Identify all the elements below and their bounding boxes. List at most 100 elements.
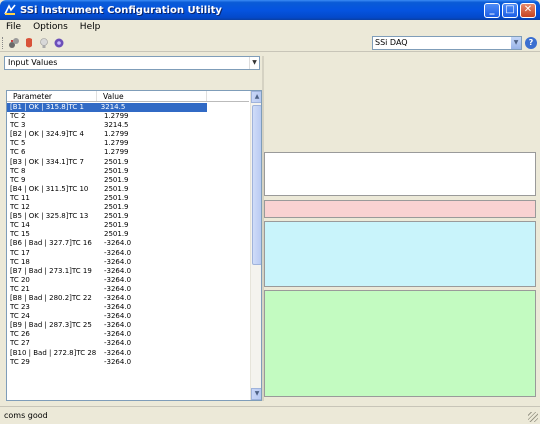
parameter-cell: TC 12 [10,203,30,212]
table-row[interactable]: [B10 | Bad | 272.8]TC 28 -3264.0 [7,349,249,358]
parameter-cell: [B7 | Bad | 273.1]TC 19 [10,266,92,275]
table-row[interactable]: TC 27 -3264.0 [7,339,249,348]
column-header-value[interactable]: Value [97,91,207,101]
table-row[interactable]: TC 6 1.2799 [7,148,249,157]
status-text: coms good [4,411,48,420]
value-cell: -3264.0 [104,239,132,248]
cyan-panel [264,221,536,287]
value-cell: 2501.9 [104,166,129,175]
title-bar[interactable]: SSi Instrument Configuration Utility _ □… [0,0,540,20]
scroll-down-button[interactable]: ▼ [251,388,261,400]
parameter-cell: TC 2 [10,112,26,121]
parameter-cell: TC 6 [10,148,26,157]
vertical-scrollbar[interactable]: ▲ ▼ [250,91,261,400]
parameter-cell: TC 23 [10,303,30,312]
table-row[interactable]: TC 17 -3264.0 [7,249,249,258]
left-panel: Input Values ▼ Parameter Value [B1 | OK … [4,56,262,401]
value-cell: 2501.9 [104,184,129,193]
table-row[interactable]: TC 29 -3264.0 [7,358,249,367]
parameter-cell: TC 15 [10,230,30,239]
parameter-cell: [B9 | Bad | 287.3]TC 25 [10,321,92,330]
window-title: SSi Instrument Configuration Utility [20,4,222,16]
value-cell: 1.2799 [104,112,129,121]
table-body: [B1 | OK | 315.8]TC 1 3214.5 TC 2 1.2799 TC … [7,103,249,367]
stop-icon[interactable] [23,37,35,49]
parameter-cell: TC 3 [10,121,26,130]
table-row[interactable]: [B6 | Bad | 327.7]TC 16 -3264.0 [7,239,249,248]
value-cell: 2501.9 [104,175,129,184]
value-cell: -3264.0 [104,330,132,339]
parameter-cell: [B6 | Bad | 327.7]TC 16 [10,239,92,248]
value-cell: 2501.9 [104,221,129,230]
table-row[interactable]: TC 21 -3264.0 [7,285,249,294]
value-cell: 1.2799 [104,148,129,157]
table-row[interactable]: TC 9 2501.9 [7,176,249,185]
table-row[interactable]: [B2 | OK | 324.9]TC 4 1.2799 [7,130,249,139]
menu-file[interactable]: File [6,22,21,32]
minimize-button[interactable]: _ [484,2,500,18]
table-row[interactable]: [B4 | OK | 311.5]TC 10 2501.9 [7,185,249,194]
close-button[interactable]: ✕ [520,2,536,18]
connect-icon[interactable] [8,37,20,49]
scroll-thumb[interactable] [252,105,261,265]
parameter-cell: TC 14 [10,221,30,230]
value-cell: 2501.9 [104,157,129,166]
menu-help[interactable]: Help [80,22,101,32]
parameter-cell: TC 18 [10,257,30,266]
toolbar: SSi DAQ ▼ ? [0,34,540,52]
table-row[interactable]: TC 8 2501.9 [7,167,249,176]
table-row[interactable]: TC 5 1.2799 [7,139,249,148]
table-row[interactable]: TC 20 -3264.0 [7,276,249,285]
value-cell: 2501.9 [104,212,129,221]
value-cell: -3264.0 [104,248,132,257]
parameter-cell: [B8 | Bad | 280.2]TC 22 [10,293,92,302]
view-select[interactable]: Input Values ▼ [4,56,260,70]
parameter-cell: TC 5 [10,139,26,148]
table-row[interactable]: [B3 | OK | 334.1]TC 7 2501.9 [7,158,249,167]
parameter-cell: [B2 | OK | 324.9]TC 4 [10,130,84,139]
table-row[interactable]: TC 15 2501.9 [7,230,249,239]
parameter-cell: TC 11 [10,193,30,202]
chevron-down-icon[interactable]: ▼ [511,37,521,49]
parameter-cell: TC 29 [10,357,30,366]
maximize-button[interactable]: □ [502,2,518,18]
table-row[interactable]: [B9 | Bad | 287.3]TC 25 -3264.0 [7,321,249,330]
table-row[interactable]: [B1 | OK | 315.8]TC 1 3214.5 [7,103,207,113]
value-cell: -3264.0 [104,275,132,284]
view-select-value: Input Values [8,58,58,67]
toolbar-grip[interactable] [2,36,5,49]
menu-options[interactable]: Options [33,22,68,32]
table-row[interactable]: TC 3 3214.5 [7,121,249,130]
settings-icon[interactable] [53,37,65,49]
parameter-cell: TC 8 [10,166,26,175]
value-cell: -3264.0 [104,339,132,348]
column-header-parameter[interactable]: Parameter [7,91,97,101]
table-row[interactable]: TC 2 1.2799 [7,112,249,121]
value-cell: 3214.5 [100,103,207,113]
table-row[interactable]: TC 24 -3264.0 [7,312,249,321]
table-row[interactable]: TC 11 2501.9 [7,194,249,203]
scroll-up-button[interactable]: ▲ [251,91,261,103]
table-row[interactable]: [B7 | Bad | 273.1]TC 19 -3264.0 [7,267,249,276]
table-row[interactable]: [B8 | Bad | 280.2]TC 22 -3264.0 [7,294,249,303]
instrument-select[interactable]: SSi DAQ ▼ [372,36,522,50]
green-panel [264,290,536,397]
parameter-table: Parameter Value [B1 | OK | 315.8]TC 1 321… [6,90,262,401]
value-cell: -3264.0 [104,357,132,366]
table-row[interactable]: TC 12 2501.9 [7,203,249,212]
chevron-down-icon[interactable]: ▼ [249,57,259,69]
value-cell: -3264.0 [104,266,132,275]
help-icon[interactable]: ? [525,37,537,49]
value-cell: 2501.9 [104,230,129,239]
table-row[interactable]: TC 18 -3264.0 [7,258,249,267]
bulb-icon[interactable] [38,37,50,49]
table-row[interactable]: TC 26 -3264.0 [7,330,249,339]
parameter-cell: [B5 | OK | 325.8]TC 13 [10,212,89,221]
value-cell: -3264.0 [104,312,132,321]
resize-grip[interactable] [528,412,538,422]
parameter-cell: [B3 | OK | 334.1]TC 7 [10,157,84,166]
table-row[interactable]: TC 14 2501.9 [7,221,249,230]
table-row[interactable]: TC 23 -3264.0 [7,303,249,312]
parameter-cell: TC 9 [10,175,26,184]
table-row[interactable]: [B5 | OK | 325.8]TC 13 2501.9 [7,212,249,221]
